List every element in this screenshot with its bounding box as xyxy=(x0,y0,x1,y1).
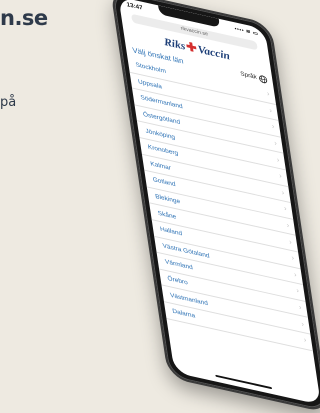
phone-screen: 13:47 •••• ≋ ▭ rikvaccin.se Riks✚Vaccin … xyxy=(118,0,320,405)
chevron-right-icon: › xyxy=(278,172,283,181)
home-indicator[interactable] xyxy=(215,374,273,390)
signal-wifi-battery-icons: •••• ≋ ▭ xyxy=(234,26,259,38)
county-list: Stockholm › Uppsala › Södermanland › Östergötl… xyxy=(127,55,313,351)
chevron-right-icon: › xyxy=(271,123,275,132)
chevron-right-icon: › xyxy=(288,238,293,247)
chevron-right-icon: › xyxy=(303,337,307,345)
chevron-right-icon: › xyxy=(273,140,278,148)
phone-mockup: 13:47 •••• ≋ ▭ rikvaccin.se Riks✚Vaccin … xyxy=(110,0,320,413)
county-label: Kronoberg xyxy=(147,143,179,158)
logo-cross-icon: ✚ xyxy=(185,39,198,56)
background-text-snippet: på xyxy=(0,95,17,110)
chevron-right-icon: › xyxy=(298,304,302,312)
chevron-right-icon: › xyxy=(293,271,298,279)
language-label: Språk xyxy=(239,70,258,81)
background-page-title: n.se xyxy=(0,6,48,30)
county-label: Halland xyxy=(159,225,183,238)
chevron-right-icon: › xyxy=(269,107,273,115)
county-label: Kalmar xyxy=(149,160,172,172)
chevron-right-icon: › xyxy=(276,156,280,165)
chevron-right-icon: › xyxy=(296,287,300,296)
chevron-right-icon: › xyxy=(291,255,295,263)
chevron-right-icon: › xyxy=(281,189,285,197)
county-label: Örebro xyxy=(167,275,189,287)
county-label: Värmland xyxy=(164,258,194,272)
county-label: Dalarna xyxy=(171,307,196,320)
status-time: 13:47 xyxy=(126,2,144,12)
chevron-right-icon: › xyxy=(266,90,271,99)
county-label: Blekinge xyxy=(154,193,181,206)
county-label: Jönköping xyxy=(144,127,176,141)
globe-icon xyxy=(259,74,268,83)
chevron-right-icon: › xyxy=(283,205,288,214)
county-label: Stockholm xyxy=(135,61,167,76)
county-label: Skåne xyxy=(157,209,177,221)
chevron-right-icon: › xyxy=(286,222,290,230)
county-label: Gotland xyxy=(152,176,177,189)
chevron-right-icon: › xyxy=(300,320,305,329)
county-label: Uppsala xyxy=(137,78,163,91)
